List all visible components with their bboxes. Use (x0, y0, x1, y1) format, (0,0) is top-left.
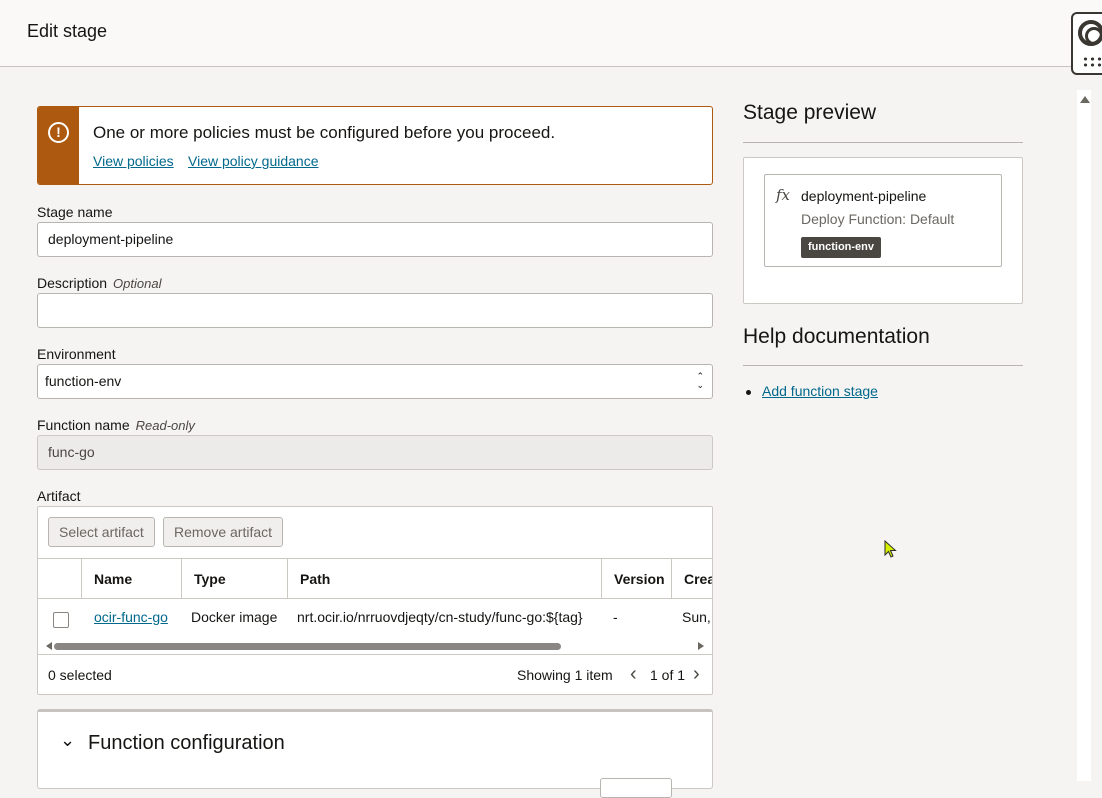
row-checkbox[interactable] (53, 612, 69, 628)
remove-artifact-button[interactable]: Remove artifact (163, 517, 284, 547)
table-header: Name Type Path Version Crea (38, 558, 712, 599)
environment-label: Environment (37, 346, 116, 362)
stage-card[interactable]: fx deployment-pipeline Deploy Function: … (764, 174, 1002, 267)
help-list: Add function stage (746, 383, 878, 399)
description-label: Description Optional (37, 275, 161, 291)
description-input[interactable] (37, 293, 713, 328)
environment-label-text: Environment (37, 346, 116, 362)
warning-icon: ! (48, 122, 69, 143)
stage-preview-panel: fx deployment-pipeline Deploy Function: … (743, 157, 1023, 304)
selected-count: 0 selected (48, 667, 112, 683)
help-widget[interactable] (1071, 12, 1102, 75)
stage-name-value: deployment-pipeline (48, 231, 174, 247)
function-name-input: func-go (37, 435, 713, 470)
alert-side-band: ! (38, 107, 79, 184)
page-header: Edit stage (0, 0, 1102, 67)
stage-name-label: Stage name (37, 204, 113, 220)
next-page-icon[interactable]: › (693, 663, 700, 685)
chevron-down-icon[interactable]: ⌄ (60, 730, 75, 751)
stage-card-type: Deploy Function: Default (801, 211, 955, 227)
stage-name-input[interactable]: deployment-pipeline (37, 222, 713, 257)
app-grid-icon (1082, 56, 1102, 68)
scroll-right-icon[interactable] (698, 642, 704, 650)
view-policy-guidance-link[interactable]: View policy guidance (188, 153, 319, 169)
stage-name-label-text: Stage name (37, 204, 113, 220)
scroll-left-icon[interactable] (46, 642, 52, 650)
environment-select[interactable]: function-env ⌃ ⌄ (37, 364, 713, 399)
header-checkbox-cell (38, 559, 82, 599)
divider (743, 142, 1023, 143)
config-action-button[interactable] (600, 778, 672, 798)
horizontal-scroll-thumb[interactable] (54, 643, 561, 650)
prev-page-icon[interactable]: ‹ (630, 663, 637, 685)
select-updown-icon: ⌃ ⌄ (696, 371, 704, 390)
page-title: Edit stage (27, 21, 108, 41)
function-name-label: Function name Read-only (37, 417, 195, 433)
description-label-text: Description (37, 275, 108, 291)
artifact-type: Docker image (191, 609, 278, 625)
policy-warning-alert: ! One or more policies must be configure… (37, 106, 713, 185)
column-type[interactable]: Type (182, 559, 288, 599)
mouse-cursor-icon (884, 540, 897, 558)
stage-preview-title: Stage preview (743, 101, 877, 124)
bullet-icon (746, 389, 751, 395)
view-policies-link[interactable]: View policies (93, 153, 174, 169)
function-name-value: func-go (48, 444, 95, 460)
showing-count: Showing 1 item (517, 667, 613, 683)
help-documentation-title: Help documentation (743, 325, 930, 348)
artifact-table-panel: Select artifact Remove artifact Name Typ… (37, 506, 713, 695)
artifact-created: Sun, (682, 609, 711, 625)
function-icon: fx (776, 186, 791, 204)
function-configuration-section: ⌄ Function configuration (37, 709, 713, 798)
column-name[interactable]: Name (82, 559, 182, 599)
function-configuration-title[interactable]: Function configuration (88, 732, 285, 755)
environment-value: function-env (45, 373, 122, 389)
column-version[interactable]: Version (602, 559, 672, 599)
artifact-path: nrt.ocir.io/nrruovdjeqty/cn-study/func-g… (297, 609, 583, 625)
select-artifact-button[interactable]: Select artifact (48, 517, 155, 547)
page-indicator: 1 of 1 (650, 667, 686, 683)
artifact-version: - (613, 609, 618, 625)
add-function-stage-link[interactable]: Add function stage (762, 383, 878, 399)
artifact-label-text: Artifact (37, 488, 81, 504)
artifact-name-link[interactable]: ocir-func-go (94, 609, 168, 625)
alert-message: One or more policies must be configured … (93, 123, 556, 142)
stage-card-name: deployment-pipeline (801, 188, 927, 204)
read-only-hint: Read-only (135, 418, 195, 433)
page-scrollbar[interactable] (1077, 90, 1091, 781)
column-path[interactable]: Path (288, 559, 602, 599)
optional-hint: Optional (113, 276, 162, 291)
column-created[interactable]: Crea (672, 559, 712, 599)
environment-badge: function-env (801, 237, 881, 258)
divider (743, 365, 1023, 366)
table-footer: 0 selected Showing 1 item ‹ 1 of 1 › (38, 654, 712, 694)
lifebuoy-icon (1078, 20, 1102, 46)
function-name-label-text: Function name (37, 417, 130, 433)
artifact-label: Artifact (37, 488, 81, 504)
scroll-up-arrow-icon[interactable] (1080, 96, 1090, 103)
